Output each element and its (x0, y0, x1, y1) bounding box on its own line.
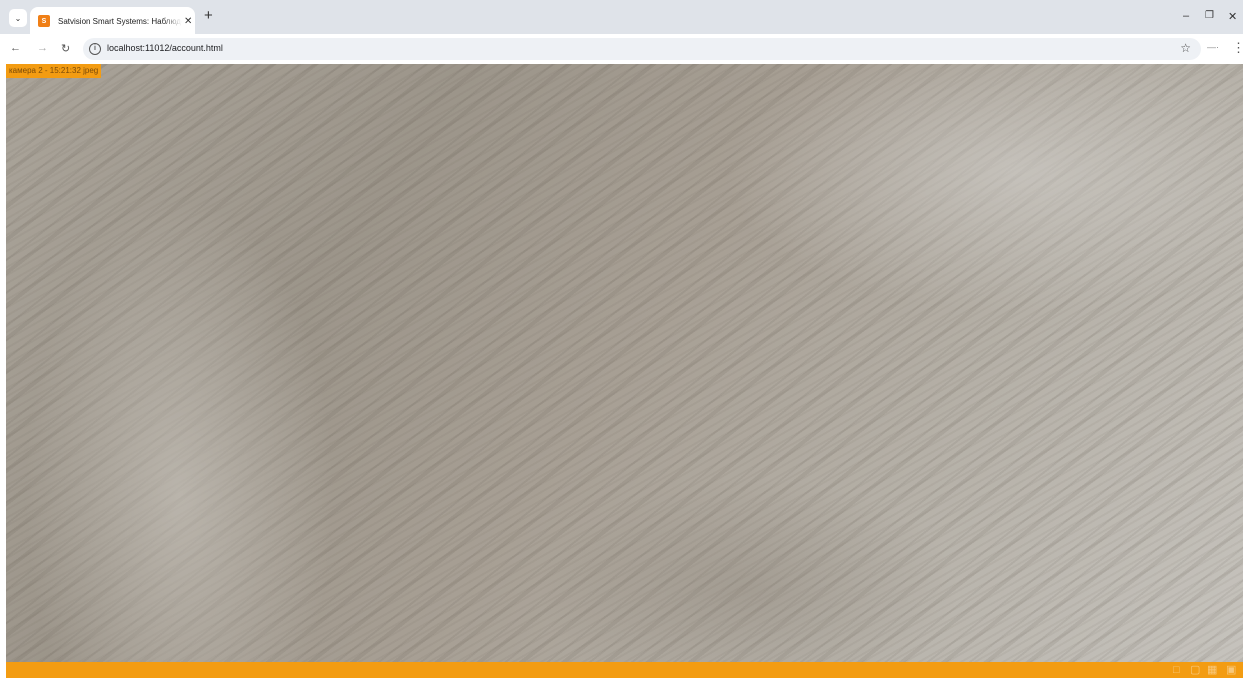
new-tab-button[interactable]: + (204, 7, 213, 24)
minimize-icon[interactable]: – (1183, 10, 1189, 22)
screenshot-icon[interactable]: □ (1173, 664, 1180, 676)
close-window-icon[interactable]: ✕ (1228, 10, 1237, 23)
info-icon[interactable]: i (89, 43, 101, 55)
tab-strip: ⌄ S Satvision Smart Systems: Наблюдение … (0, 0, 1243, 35)
kebab-menu-icon[interactable]: ⋮ (1232, 40, 1243, 56)
record-icon[interactable]: ▢ (1190, 664, 1200, 676)
star-icon[interactable]: ☆ (1180, 41, 1191, 55)
back-icon[interactable]: ← (10, 42, 21, 54)
address-bar[interactable]: i localhost:11012/account.html ☆ (83, 38, 1201, 60)
browser-tab[interactable]: S Satvision Smart Systems: Наблюдение ✕ (30, 7, 195, 35)
restore-icon[interactable]: ❐ (1205, 10, 1214, 21)
tab-title: Satvision Smart Systems: Наблюдение (58, 16, 182, 26)
page-viewport: камера 2 - 15:21:32 jpeg □ ▢ ▦ ▣ (0, 64, 1243, 678)
forward-icon[interactable]: → (37, 42, 48, 54)
fullscreen-icon[interactable]: ▣ (1226, 664, 1236, 676)
close-tab-icon[interactable]: ✕ (184, 16, 192, 27)
camera-label: камера 2 - 15:21:32 jpeg (6, 64, 102, 78)
browser-toolbar: ← → ↻ i localhost:11012/account.html ☆ —… (0, 34, 1243, 64)
chevron-down-icon: ⌄ (14, 13, 22, 23)
satvision-favicon-icon: S (38, 15, 50, 27)
tab-search-button[interactable]: ⌄ (9, 9, 27, 27)
url-text[interactable]: localhost:11012/account.html (107, 43, 223, 53)
reload-icon[interactable]: ↻ (61, 42, 70, 55)
camera-control-bar: □ ▢ ▦ ▣ (6, 662, 1243, 678)
layout-icon[interactable]: ▦ (1207, 664, 1217, 676)
camera-feed-image[interactable]: камера 2 - 15:21:32 jpeg (6, 64, 1243, 662)
extension-icon[interactable]: —· (1207, 42, 1219, 52)
